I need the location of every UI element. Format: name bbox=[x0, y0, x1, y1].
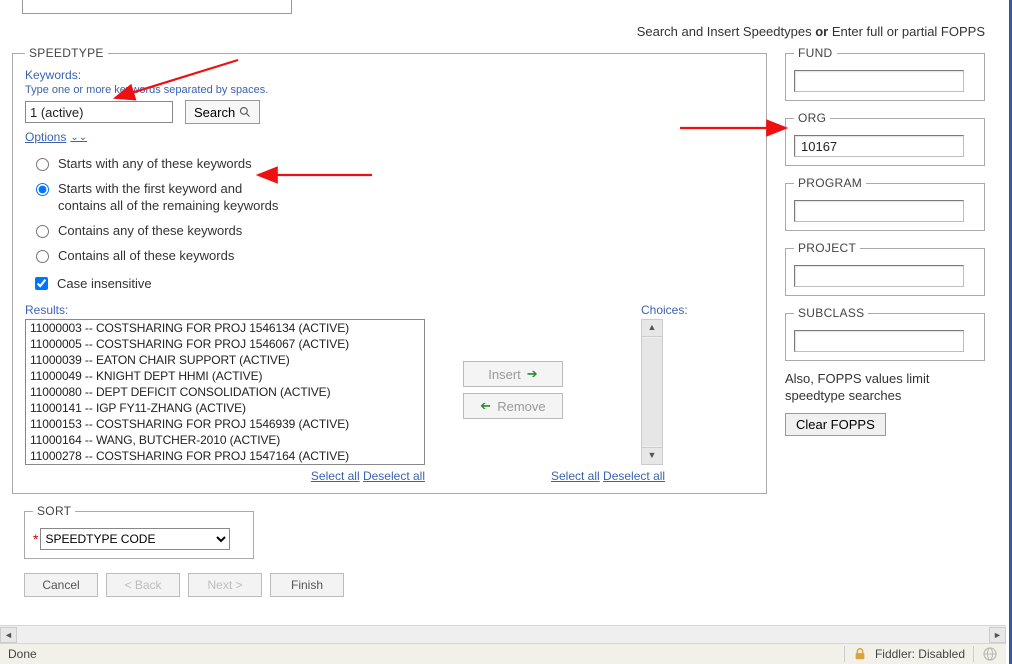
next-button[interactable]: Next > bbox=[188, 573, 262, 597]
cancel-button[interactable]: Cancel bbox=[24, 573, 98, 597]
list-item[interactable]: 11000005 -- COSTSHARING FOR PROJ 1546067… bbox=[26, 336, 424, 352]
radio-contains-any[interactable] bbox=[36, 225, 49, 238]
list-item[interactable]: 11000080 -- DEPT DEFICIT CONSOLIDATION (… bbox=[26, 384, 424, 400]
status-text: Done bbox=[8, 647, 37, 661]
required-asterisk: * bbox=[33, 531, 38, 547]
list-item[interactable]: 11000153 -- COSTSHARING FOR PROJ 1546939… bbox=[26, 416, 424, 432]
radio-contains-all-label: Contains all of these keywords bbox=[58, 248, 234, 265]
fund-fieldset: FUND bbox=[785, 46, 985, 101]
choices-listbox[interactable]: ▲ ▼ bbox=[641, 319, 663, 465]
results-select-all[interactable]: Select all bbox=[311, 469, 360, 483]
program-input[interactable] bbox=[794, 200, 964, 222]
insert-button[interactable]: Insert ➔ bbox=[463, 361, 563, 387]
choices-label: Choices: bbox=[641, 303, 663, 317]
sort-fieldset: SORT * SPEEDTYPE CODE bbox=[24, 504, 254, 559]
list-item[interactable]: 11000278 -- COSTSHARING FOR PROJ 1547164… bbox=[26, 448, 424, 464]
list-item[interactable]: 11000164 -- WANG, BUTCHER-2010 (ACTIVE) bbox=[26, 432, 424, 448]
program-legend: PROGRAM bbox=[794, 176, 866, 190]
lock-icon bbox=[853, 647, 867, 661]
radio-starts-first-label: Starts with the first keyword and contai… bbox=[58, 181, 288, 215]
radio-starts-any[interactable] bbox=[36, 158, 49, 171]
fopps-also-text: Also, FOPPS values limit speedtype searc… bbox=[785, 371, 985, 405]
subclass-input[interactable] bbox=[794, 330, 964, 352]
list-item[interactable]: 11000049 -- KNIGHT DEPT HHMI (ACTIVE) bbox=[26, 368, 424, 384]
org-input[interactable] bbox=[794, 135, 964, 157]
keywords-input[interactable] bbox=[25, 101, 173, 123]
results-label: Results: bbox=[25, 303, 425, 317]
subclass-legend: SUBCLASS bbox=[794, 306, 868, 320]
program-fieldset: PROGRAM bbox=[785, 176, 985, 231]
choices-select-all[interactable]: Select all bbox=[551, 469, 600, 483]
status-bar: Done Fiddler: Disabled bbox=[0, 643, 1006, 664]
remove-button[interactable]: ➔ Remove bbox=[463, 393, 563, 419]
options-link[interactable]: Options ⌄⌄ bbox=[25, 130, 87, 144]
list-item[interactable]: 11000141 -- IGP FY11-ZHANG (ACTIVE) bbox=[26, 400, 424, 416]
finish-button[interactable]: Finish bbox=[270, 573, 344, 597]
horizontal-scrollbar[interactable]: ◄► bbox=[0, 625, 1006, 643]
radio-starts-any-label: Starts with any of these keywords bbox=[58, 156, 252, 173]
globe-icon bbox=[982, 646, 998, 662]
radio-starts-first[interactable] bbox=[36, 183, 49, 196]
search-button[interactable]: Search bbox=[185, 100, 260, 124]
fiddler-status: Fiddler: Disabled bbox=[875, 647, 965, 661]
instruction-line: Search and Insert Speedtypes or Enter fu… bbox=[0, 24, 1009, 46]
project-fieldset: PROJECT bbox=[785, 241, 985, 296]
results-listbox[interactable]: 11000003 -- COSTSHARING FOR PROJ 1546134… bbox=[25, 319, 425, 465]
org-fieldset: ORG bbox=[785, 111, 985, 166]
search-icon bbox=[239, 106, 251, 118]
sort-legend: SORT bbox=[33, 504, 75, 518]
case-insensitive-checkbox[interactable] bbox=[35, 277, 48, 290]
list-item[interactable]: 11000039 -- EATON CHAIR SUPPORT (ACTIVE) bbox=[26, 352, 424, 368]
case-insensitive-label: Case insensitive bbox=[57, 276, 152, 291]
radio-contains-any-label: Contains any of these keywords bbox=[58, 223, 242, 240]
list-item[interactable]: 11000003 -- COSTSHARING FOR PROJ 1546134… bbox=[26, 320, 424, 336]
back-button[interactable]: < Back bbox=[106, 573, 180, 597]
sort-select[interactable]: SPEEDTYPE CODE bbox=[40, 528, 230, 550]
chevron-down-icon: ⌄⌄ bbox=[70, 132, 87, 143]
arrow-right-icon: ➔ bbox=[527, 366, 538, 382]
speedtype-fieldset: SPEEDTYPE Keywords: Type one or more key… bbox=[12, 46, 767, 494]
keywords-hint: Type one or more keywords separated by s… bbox=[25, 84, 754, 96]
top-empty-box bbox=[22, 0, 292, 14]
keywords-label: Keywords: bbox=[25, 68, 754, 82]
arrow-left-icon: ➔ bbox=[480, 398, 491, 414]
project-input[interactable] bbox=[794, 265, 964, 287]
results-deselect-all[interactable]: Deselect all bbox=[363, 469, 425, 483]
project-legend: PROJECT bbox=[794, 241, 860, 255]
choices-deselect-all[interactable]: Deselect all bbox=[603, 469, 665, 483]
fund-input[interactable] bbox=[794, 70, 964, 92]
org-legend: ORG bbox=[794, 111, 830, 125]
radio-contains-all[interactable] bbox=[36, 250, 49, 263]
fund-legend: FUND bbox=[794, 46, 837, 60]
subclass-fieldset: SUBCLASS bbox=[785, 306, 985, 361]
speedtype-legend: SPEEDTYPE bbox=[25, 46, 108, 60]
clear-fopps-button[interactable]: Clear FOPPS bbox=[785, 413, 886, 436]
